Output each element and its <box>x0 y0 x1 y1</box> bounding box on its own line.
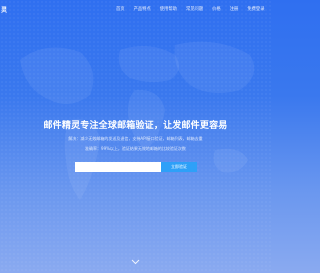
verify-button[interactable]: 立即验证 <box>161 162 197 172</box>
nav-item-help[interactable]: 使用帮助 <box>155 6 181 12</box>
hero-description-line-1: 解决：减少无效邮箱的发送及退信，支持API接口验证，邮箱列表，邮箱去重 <box>68 136 203 141</box>
hero-description-line-2: 准确率：99%以上，验证结果无效地邮箱的比较验证次数 <box>85 146 186 151</box>
nav-item-home[interactable]: 首页 <box>111 6 129 12</box>
main-nav: 首页 产品特点 使用帮助 常见问题 价格 注册 免费登录 <box>111 6 269 12</box>
nav-item-features[interactable]: 产品特点 <box>129 6 155 12</box>
email-input[interactable] <box>75 162 161 172</box>
email-verify-form: 立即验证 <box>75 162 197 172</box>
hero-title: 邮件精灵专注全球邮箱验证，让发邮件更容易 <box>43 121 228 131</box>
chevron-down-icon[interactable] <box>131 259 140 265</box>
nav-item-pricing[interactable]: 价格 <box>208 6 226 12</box>
nav-item-register[interactable]: 注册 <box>225 6 243 12</box>
top-navigation-bar: 灵 首页 产品特点 使用帮助 常见问题 价格 注册 免费登录 <box>0 0 271 20</box>
logo[interactable]: 灵 <box>1 5 7 14</box>
nav-item-faq[interactable]: 常见问题 <box>181 6 207 12</box>
nav-item-login[interactable]: 免费登录 <box>243 6 269 12</box>
